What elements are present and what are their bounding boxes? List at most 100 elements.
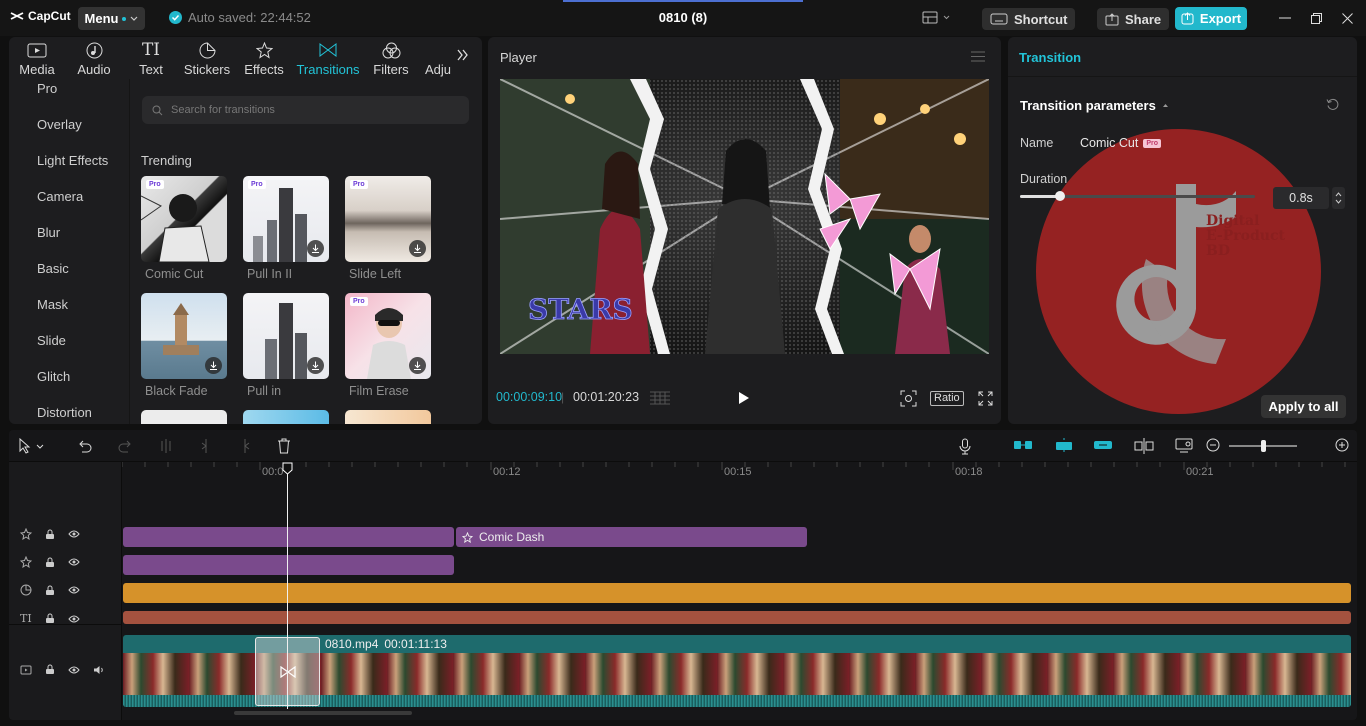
ratio-button[interactable]: Ratio (930, 391, 964, 406)
zoom-in-button[interactable] (1335, 438, 1349, 452)
thumbnail-toggle-button[interactable] (1175, 438, 1193, 453)
download-icon[interactable] (409, 240, 426, 257)
effect-clip-label: Comic Dash (462, 530, 544, 544)
tab-filters[interactable]: Filters (363, 41, 419, 77)
lock-icon[interactable] (45, 585, 55, 596)
duration-stepper[interactable] (1332, 187, 1345, 209)
tab-media[interactable]: Media (9, 41, 65, 77)
lock-icon[interactable] (45, 529, 55, 540)
video-frame: STARS (500, 79, 989, 354)
tab-stickers[interactable]: Stickers (179, 41, 235, 77)
tab-audio[interactable]: Audio (66, 41, 122, 77)
undo-button[interactable] (77, 438, 93, 454)
effect-clip[interactable] (123, 527, 454, 547)
category-light-effects[interactable]: Light Effects (37, 153, 108, 168)
timeline-scrollbar[interactable] (234, 711, 412, 715)
close-button[interactable] (1338, 9, 1356, 27)
section-header[interactable]: Transition parameters (1020, 98, 1169, 113)
fullscreen-button[interactable] (978, 391, 993, 406)
share-button[interactable]: Share (1097, 8, 1170, 30)
duration-slider[interactable] (1020, 191, 1255, 201)
category-slide[interactable]: Slide (37, 333, 66, 348)
category-distortion[interactable]: Distortion (37, 405, 92, 420)
eye-icon[interactable] (68, 666, 80, 674)
export-button[interactable]: Export (1175, 7, 1247, 30)
zoom-out-icon (1206, 438, 1220, 452)
tab-effects[interactable]: Effects (236, 41, 292, 77)
auto-snapping-button[interactable] (1053, 438, 1075, 454)
playhead-handle[interactable] (282, 462, 293, 475)
play-button[interactable] (738, 391, 750, 405)
effect-clip[interactable] (123, 555, 454, 575)
duration-input[interactable]: 0.8s (1273, 187, 1329, 209)
player-menu-button[interactable] (971, 51, 985, 62)
split-button[interactable] (159, 438, 173, 454)
film-strip-icon (650, 391, 670, 405)
pro-badge: Pro (146, 180, 164, 189)
minimize-button[interactable] (1276, 9, 1294, 27)
download-icon[interactable] (409, 357, 426, 374)
category-pro[interactable]: Pro (37, 81, 57, 96)
sticker-clip[interactable] (123, 583, 1351, 603)
transition-item-partial[interactable] (243, 410, 329, 424)
transition-item-comic-cut[interactable]: Pro (141, 176, 227, 262)
main-track-magnet-button[interactable] (1013, 438, 1033, 452)
eye-icon[interactable] (68, 586, 80, 594)
maximize-button[interactable] (1307, 9, 1325, 27)
playhead[interactable] (287, 464, 288, 709)
category-camera[interactable]: Camera (37, 189, 83, 204)
tab-adjust[interactable]: Adju (419, 41, 459, 77)
transition-item-film-erase[interactable]: Pro (345, 293, 431, 379)
fit-view-button[interactable] (900, 390, 917, 407)
tab-text[interactable]: TI Text (123, 40, 179, 77)
split-right-button[interactable] (238, 438, 252, 454)
timeline-ruler[interactable]: 00:0 00:12 00:15 00:18 00:21 (122, 462, 1357, 482)
delete-button[interactable] (277, 438, 291, 454)
lock-icon[interactable] (45, 557, 55, 568)
redo-button[interactable] (117, 438, 133, 454)
duration-slider-handle[interactable] (1054, 191, 1065, 201)
category-basic[interactable]: Basic (37, 261, 69, 276)
play-icon (739, 392, 749, 404)
download-icon[interactable] (205, 357, 222, 374)
preview-axis-button[interactable] (1134, 438, 1154, 454)
category-overlay[interactable]: Overlay (37, 117, 82, 132)
lock-icon[interactable] (45, 664, 55, 675)
select-tool-button[interactable] (18, 438, 44, 454)
transition-item-black-fade[interactable] (141, 293, 227, 379)
effect-clip-comic-dash[interactable]: Comic Dash (456, 527, 807, 547)
lock-icon[interactable] (45, 613, 55, 624)
record-audio-button[interactable] (959, 438, 971, 455)
split-left-button[interactable] (199, 438, 213, 454)
apply-to-all-button[interactable]: Apply to all (1261, 395, 1346, 418)
reset-button[interactable] (1326, 98, 1339, 111)
transition-item-partial[interactable] (345, 410, 431, 424)
zoom-out-button[interactable] (1206, 438, 1220, 452)
transition-item-pull-in-ii[interactable]: Pro (243, 176, 329, 262)
search-input[interactable]: Search for transitions (142, 96, 469, 124)
menu-button[interactable]: Menu (78, 7, 145, 30)
transition-item-pull-in[interactable] (243, 293, 329, 379)
text-clip[interactable] (123, 611, 1351, 624)
layout-button[interactable] (922, 11, 950, 24)
zoom-slider-handle[interactable] (1261, 440, 1266, 452)
video-preview[interactable]: STARS (500, 79, 989, 354)
more-tabs-button[interactable] (457, 49, 469, 61)
download-icon[interactable] (307, 240, 324, 257)
linkage-button[interactable] (1093, 438, 1113, 452)
category-glitch[interactable]: Glitch (37, 369, 70, 384)
eye-icon[interactable] (68, 530, 80, 538)
transition-item-slide-left[interactable]: Pro (345, 176, 431, 262)
keyboard-icon (990, 13, 1008, 25)
tab-transitions[interactable]: Transitions (296, 41, 360, 77)
download-icon[interactable] (307, 357, 324, 374)
shortcut-button[interactable]: Shortcut (982, 8, 1076, 30)
category-blur[interactable]: Blur (37, 225, 60, 240)
eye-icon[interactable] (68, 615, 80, 623)
speaker-icon[interactable] (93, 665, 105, 675)
eye-icon[interactable] (68, 558, 80, 566)
timeline-view-button[interactable] (649, 391, 671, 405)
transition-item-partial[interactable] (141, 410, 227, 424)
zoom-slider[interactable] (1229, 440, 1297, 452)
category-mask[interactable]: Mask (37, 297, 68, 312)
